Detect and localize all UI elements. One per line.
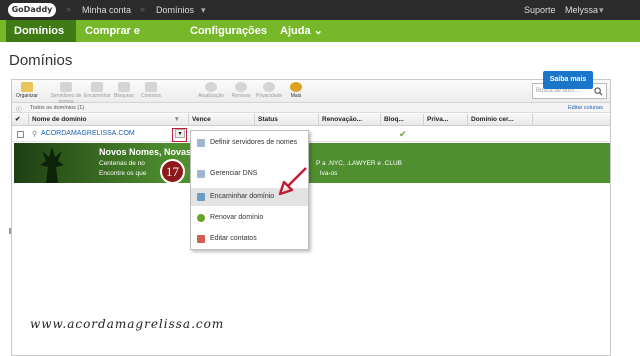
- banner-line1-tail: P a .NYC, .LAWYER e .CLUB: [316, 160, 402, 167]
- toolbar: Organizar Servidores de nomes Encaminhar…: [12, 80, 610, 105]
- banner-headline: Novos Nomes, Novas O: [99, 147, 201, 157]
- checkmark-icon: ✔: [399, 129, 407, 139]
- banner-line2-tail: lva-os: [320, 170, 338, 177]
- forward-button[interactable]: Encaminhar: [84, 82, 111, 99]
- more-button[interactable]: Mais: [283, 82, 309, 99]
- contacts-icon: [145, 82, 157, 92]
- top-bar: GoDaddy » Minha conta » Domínios ▾ Supor…: [0, 0, 640, 20]
- more-icon: [290, 82, 302, 92]
- nameservers-button[interactable]: Servidores de nomes: [50, 82, 82, 105]
- menu-item-nameservers[interactable]: Definir servidores de nomes: [191, 138, 308, 147]
- column-lock[interactable]: Bloq...: [381, 114, 424, 126]
- celebration-silhouette: [40, 147, 64, 183]
- lock-icon: [118, 82, 130, 92]
- search-icon: ⚲: [32, 131, 38, 138]
- dns-icon: [197, 170, 205, 178]
- domains-panel: Organizar Servidores de nomes Encaminhar…: [11, 79, 611, 356]
- menu-item-renew[interactable]: Renovar domínio: [191, 213, 308, 222]
- server-icon: [197, 139, 205, 147]
- organize-button[interactable]: Organizar: [14, 82, 40, 99]
- info-icon: ⓘ: [16, 107, 22, 113]
- nav-domains[interactable]: Domínios ⌄: [6, 20, 76, 59]
- breadcrumb-my-account[interactable]: Minha conta: [82, 5, 131, 15]
- godaddy-logo[interactable]: GoDaddy: [8, 3, 56, 17]
- menu-item-contacts[interactable]: Editar contatos: [191, 234, 308, 243]
- search-icon[interactable]: [594, 87, 603, 96]
- chevron-right-icon: »: [66, 4, 72, 14]
- forward-icon: [91, 82, 103, 92]
- renew-button[interactable]: Renovar: [228, 82, 254, 99]
- promo-banner: Novos Nomes, Novas O Centenas de no P a …: [14, 143, 610, 183]
- user-menu[interactable]: Melyssa: [565, 5, 598, 15]
- edit-columns-link[interactable]: Editar colunas: [568, 105, 603, 111]
- filter-icon: ▼: [173, 116, 180, 123]
- column-expires[interactable]: Vence: [189, 114, 255, 126]
- nav-help[interactable]: Ajuda ⌄: [272, 20, 332, 42]
- chevron-down-icon[interactable]: ▾: [201, 5, 206, 16]
- table-row[interactable]: ⚲ ACORDAMAGRELISSA.COM ▼ ✔: [12, 127, 610, 142]
- highlight-box: [172, 128, 187, 142]
- folder-icon: [21, 82, 33, 92]
- all-domains-label[interactable]: Todos os domínios (1): [30, 105, 84, 111]
- column-status[interactable]: Status: [255, 114, 319, 126]
- server-icon: [60, 82, 72, 92]
- refresh-icon: [205, 82, 217, 92]
- privacy-button[interactable]: Privacidade: [256, 82, 282, 99]
- learn-more-button[interactable]: Saiba mais: [543, 71, 593, 89]
- nav-buy-sell[interactable]: Comprar e Vender ⌄: [77, 20, 181, 59]
- step-badge: 17: [160, 159, 185, 184]
- column-privacy[interactable]: Priva...: [424, 114, 468, 126]
- nav-settings[interactable]: Configurações ⌄: [182, 20, 272, 59]
- table-header: ✔ Nome de domínio ▼ Vence Status Renovaçã…: [12, 114, 610, 126]
- update-button[interactable]: Atualização: [198, 82, 224, 99]
- select-all-checkbox[interactable]: ✔: [12, 114, 29, 126]
- column-renewal[interactable]: Renovação...: [319, 114, 381, 126]
- column-domain-name[interactable]: Nome de domínio ▼: [29, 114, 189, 126]
- chevron-right-icon: »: [140, 4, 146, 14]
- privacy-icon: [263, 82, 275, 92]
- chevron-down-icon[interactable]: ▾: [599, 5, 604, 16]
- contacts-button[interactable]: Contatos: [138, 82, 164, 99]
- watermark: www.acordamagrelissa.com: [30, 317, 225, 331]
- breadcrumb-domains[interactable]: Domínios: [156, 5, 194, 15]
- banner-line1: Centenas de no: [99, 160, 145, 167]
- banner-line2: Encontre os que: [99, 170, 147, 177]
- row-checkbox[interactable]: [17, 131, 24, 138]
- column-certified-domain[interactable]: Domínio cer...: [468, 114, 533, 126]
- forward-icon: [197, 193, 205, 201]
- renew-icon: [235, 82, 247, 92]
- filter-bar: ⓘ Todos os domínios (1) Editar colunas: [12, 103, 610, 113]
- arrow-icon: [278, 167, 307, 196]
- domain-link[interactable]: ACORDAMAGRELISSA.COM: [41, 130, 135, 137]
- support-link[interactable]: Suporte: [524, 5, 556, 15]
- page-title: Domínios: [9, 52, 73, 69]
- main-nav: Domínios ⌄ Comprar e Vender ⌄ Configuraç…: [0, 20, 640, 59]
- renew-icon: [197, 214, 205, 222]
- lock-button[interactable]: Bloquear: [111, 82, 137, 99]
- contacts-icon: [197, 235, 205, 243]
